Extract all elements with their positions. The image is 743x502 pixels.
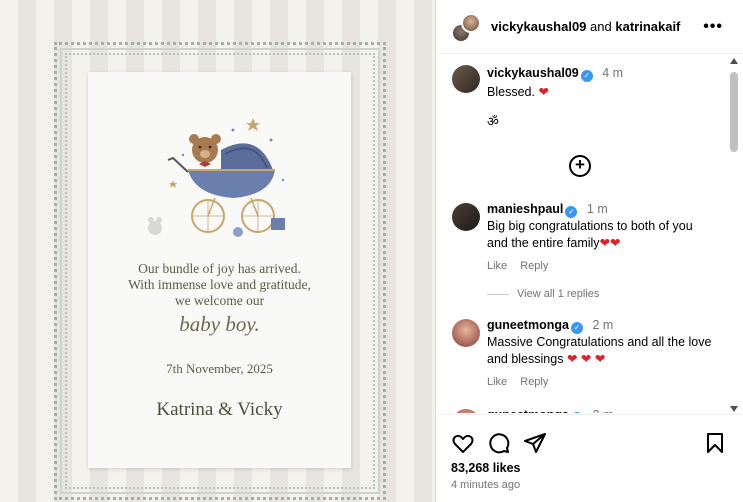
- avatar[interactable]: [452, 319, 480, 347]
- teddy-pram-illustration: [148, 118, 285, 237]
- heart-emoji: ❤: [538, 85, 549, 99]
- verified-icon: ✓: [580, 70, 593, 82]
- verified-icon: ✓: [565, 206, 578, 218]
- comment-time: 2 m: [592, 318, 614, 332]
- like-comment-link[interactable]: Like: [487, 376, 507, 388]
- comments-section: vickykaushal09 ✓ 4 m Blessed. ❤ ॐ + manie…: [437, 55, 743, 413]
- comment-text: Big big congratulations to both of you a…: [487, 219, 693, 250]
- card-message: Our bundle of joy has arrived. With imme…: [128, 261, 311, 308]
- avatar[interactable]: [452, 409, 480, 413]
- card-date: 7th November, 2025: [166, 361, 273, 376]
- heart-emoji: ❤❤: [599, 236, 621, 250]
- post-header: vickykaushal09 and katrinakaif •••: [437, 0, 743, 54]
- header-title: vickykaushal09 and katrinakaif: [491, 19, 680, 34]
- caption-time: 4 m: [602, 66, 624, 80]
- comment-time: 1 m: [586, 202, 608, 216]
- comment-username[interactable]: guneetmonga: [487, 408, 569, 413]
- reply-link[interactable]: Reply: [520, 260, 548, 272]
- post-image[interactable]: Our bundle of joy has arrived. With imme…: [0, 0, 436, 502]
- card-baby-boy: baby boy.: [179, 312, 260, 336]
- likes-count[interactable]: 83,268 likes: [451, 461, 521, 475]
- heart-emoji: ❤ ❤ ❤: [566, 352, 606, 366]
- comment-username[interactable]: guneetmonga: [487, 318, 569, 332]
- view-replies[interactable]: View all 1 replies: [487, 288, 599, 300]
- header-conj: and: [590, 19, 612, 34]
- card-names: Katrina & Vicky: [156, 399, 283, 420]
- bookmark-icon[interactable]: [703, 431, 727, 455]
- scrollbar[interactable]: [729, 58, 739, 412]
- add-comment-icon[interactable]: +: [569, 155, 591, 177]
- comment-time: 2 m: [592, 408, 613, 413]
- avatar[interactable]: [452, 65, 480, 93]
- reply-link[interactable]: Reply: [520, 376, 548, 388]
- scroll-up-arrow-icon[interactable]: [730, 58, 738, 64]
- collab-avatar[interactable]: [451, 13, 483, 43]
- more-options-icon[interactable]: •••: [703, 18, 723, 36]
- heart-icon[interactable]: [451, 431, 475, 455]
- scroll-thumb[interactable]: [730, 72, 738, 152]
- scroll-down-arrow-icon[interactable]: [730, 406, 738, 412]
- caption-text: Blessed.: [487, 85, 535, 99]
- comment-icon[interactable]: [487, 431, 511, 455]
- comment-username[interactable]: manieshpaul: [487, 202, 563, 216]
- header-user2[interactable]: katrinakaif: [615, 19, 680, 34]
- avatar[interactable]: [452, 203, 480, 231]
- post-footer: 83,268 likes 4 minutes ago: [437, 414, 743, 502]
- om-emoji: ॐ: [487, 114, 499, 129]
- post-panel: vickykaushal09 and katrinakaif ••• vicky…: [437, 0, 743, 502]
- share-icon[interactable]: [523, 431, 547, 455]
- post-time: 4 minutes ago: [451, 479, 521, 491]
- verified-icon: ✓: [570, 412, 583, 413]
- caption-username[interactable]: vickykaushal09: [487, 66, 579, 80]
- verified-icon: ✓: [570, 322, 583, 334]
- caption-body: vickykaushal09 ✓ 4 m Blessed. ❤ ॐ: [487, 65, 717, 130]
- header-user1[interactable]: vickykaushal09: [491, 19, 586, 34]
- announcement-card: Our bundle of joy has arrived. With imme…: [88, 72, 351, 468]
- like-comment-link[interactable]: Like: [487, 260, 507, 272]
